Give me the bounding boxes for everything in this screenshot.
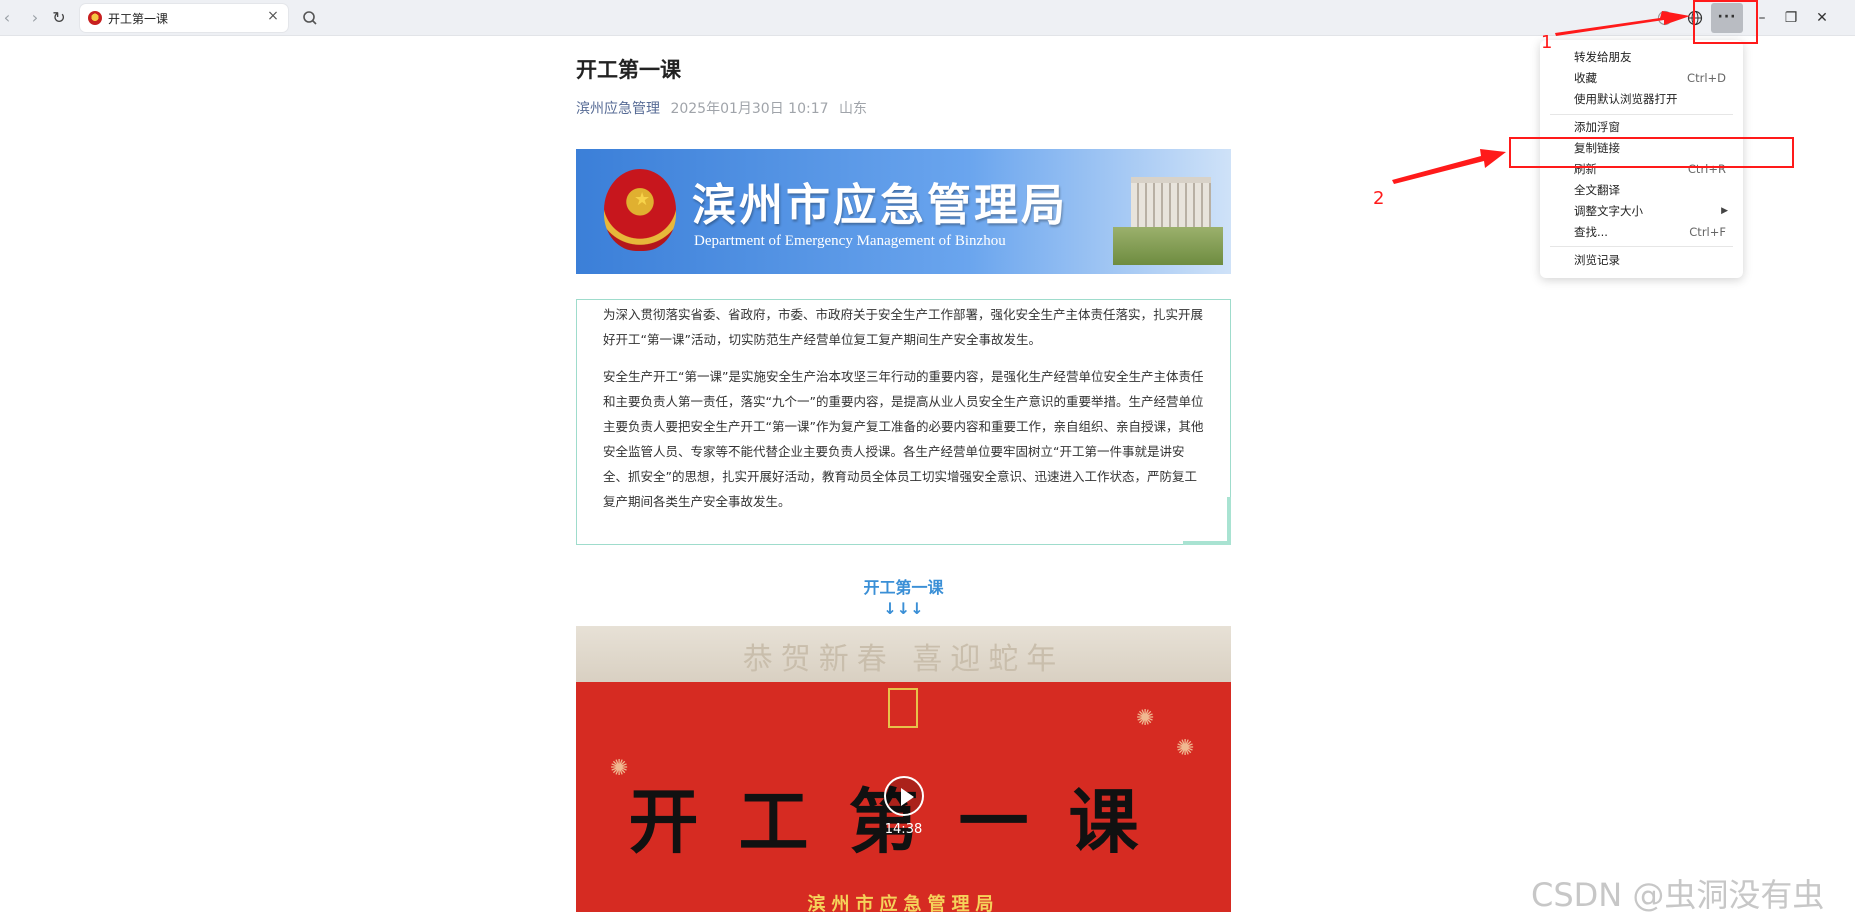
browser-toolbar: ‹ › ↻ 开工第一课 × ··· – ❐ ✕ [0,0,1855,36]
info-icon[interactable] [1651,6,1679,30]
article: 开工第一课 滨州应急管理 2025年01月30日 10:17 山东 ★ 滨州市应… [576,54,1231,912]
emblem-favicon-icon [88,11,102,25]
national-emblem-icon [604,169,676,251]
annotation-number-1: 1 [1541,32,1553,53]
menu-item-open-default-browser[interactable]: 使用默认浏览器打开 [1574,90,1734,108]
annotation-number-2: 2 [1373,188,1385,209]
menu-item-add-float[interactable]: 添加浮窗 [1574,118,1734,136]
video-top-text: 恭贺新春 喜迎蛇年 [742,642,1065,677]
play-icon[interactable] [884,776,924,816]
article-meta: 滨州应急管理 2025年01月30日 10:17 山东 [576,98,1231,118]
firework-icon: ✺ [1176,736,1195,761]
watermark: CSDN @虫洞没有虫 [1531,876,1825,914]
menu-divider [1550,246,1733,247]
article-source-link[interactable]: 滨州应急管理 [576,101,660,117]
building-image [1113,167,1223,265]
menu-item-text-size[interactable]: 调整文字大小 ▶ [1574,202,1734,220]
firework-icon: ✺ [1136,706,1155,731]
banner-subtitle: Department of Emergency Management of Bi… [694,233,1006,249]
menu-divider [1550,114,1733,115]
browser-tab[interactable]: 开工第一课 × [80,4,288,32]
tab-title: 开工第一课 [108,12,169,26]
down-arrows: ↓↓↓ [883,599,924,618]
window-close-button[interactable]: ✕ [1808,6,1836,30]
submenu-arrow-icon: ▶ [1721,206,1728,216]
menu-item-forward[interactable]: 转发给朋友 [1574,48,1734,66]
article-date: 2025年01月30日 10:17 [670,101,829,117]
shortcut-text: Ctrl+D [1687,71,1726,85]
search-icon[interactable] [300,8,320,28]
header-banner-image: ★ 滨州市应急管理局 Department of Emergency Manag… [576,149,1231,274]
annotation-box-more [1693,0,1758,44]
forward-button[interactable]: › [24,7,46,29]
video-player[interactable]: 恭贺新春 喜迎蛇年 ✺ ✺ ✺ 开工第一课 14:38 滨州市应急管理局 [576,626,1231,912]
video-bottom-text: 滨州市应急管理局 [807,894,1000,912]
reload-button[interactable]: ↻ [48,7,70,29]
intro-paragraph-2: 安全生产开工“第一课”是实施安全生产治本攻坚三年行动的重要内容，是强化生产经营单… [603,369,1204,509]
video-duration: 14:38 [884,822,923,837]
section-heading: 开工第一课 [863,578,944,597]
article-title: 开工第一课 [576,58,681,82]
intro-text-box: 为深入贯彻落实省委、省政府，市委、市政府关于安全生产工作部署，强化安全生产主体责… [576,299,1231,545]
menu-item-favorite[interactable]: 收藏 Ctrl+D [1574,69,1734,87]
decorative-corner [1183,497,1231,545]
article-location: 山东 [838,101,867,117]
menu-item-find[interactable]: 查找... Ctrl+F [1574,223,1734,241]
menu-item-translate[interactable]: 全文翻译 [1574,181,1734,199]
seal-icon [888,688,918,728]
tab-close-button[interactable]: × [264,8,282,24]
back-button[interactable]: ‹ [0,7,18,29]
intro-paragraph-1: 为深入贯彻落实省委、省政府，市委、市政府关于安全生产工作部署，强化安全生产主体责… [603,307,1204,347]
star-icon: ★ [634,189,651,210]
restore-button[interactable]: ❐ [1777,6,1805,30]
menu-item-history[interactable]: 浏览记录 [1574,251,1734,269]
annotation-box-copy-link [1509,137,1794,168]
shortcut-text: Ctrl+F [1689,225,1726,239]
banner-title: 滨州市应急管理局 [692,180,1068,231]
